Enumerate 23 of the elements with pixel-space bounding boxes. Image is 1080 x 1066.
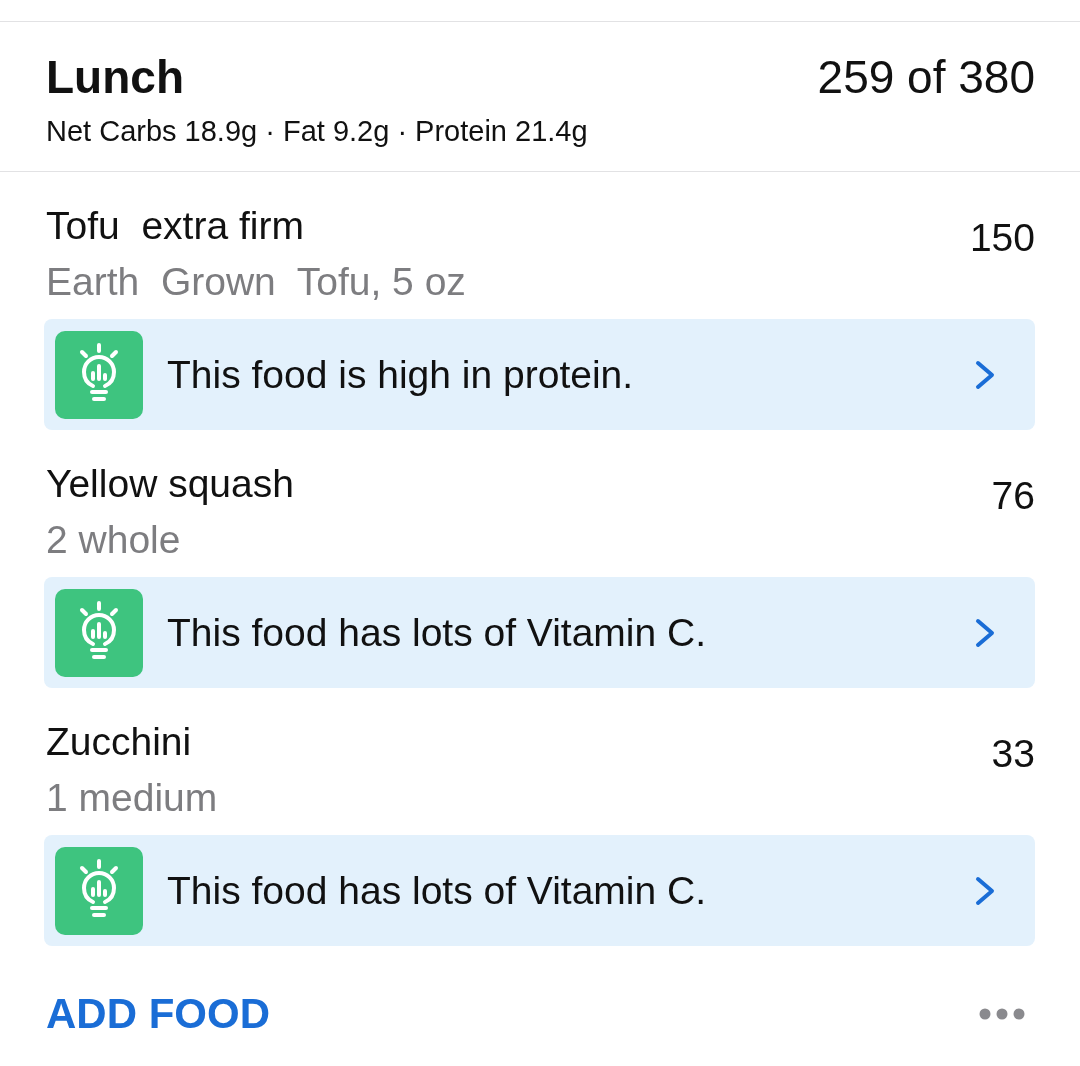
food-serving: 1 medium: [46, 775, 218, 821]
tip-banner[interactable]: This food has lots of Vitamin C.: [44, 577, 1035, 688]
food-calories: 150: [969, 215, 1035, 261]
food-name[interactable]: Yellow squash: [46, 456, 294, 512]
lightbulb-icon: [55, 846, 143, 935]
food-calories: 33: [991, 731, 1035, 777]
chevron-right-icon: [975, 875, 995, 906]
add-food-button[interactable]: ADD FOOD: [46, 986, 270, 1042]
food-calories: 76: [991, 473, 1035, 519]
calorie-total: 259 of 380: [817, 50, 1035, 105]
lightbulb-icon: [55, 330, 143, 419]
tip-banner[interactable]: This food is high in protein.: [44, 319, 1035, 430]
more-icon[interactable]: [979, 1008, 1025, 1020]
macros-summary: Net Carbs 18.9g · Fat 9.2g · Protein 21.4g: [46, 114, 589, 149]
food-serving: Earth Grown Tofu, 5 oz: [46, 259, 466, 305]
chevron-right-icon: [975, 359, 995, 390]
food-name[interactable]: Tofu extra firm: [46, 198, 466, 254]
tip-banner[interactable]: This food has lots of Vitamin C.: [44, 835, 1035, 946]
lightbulb-icon: [55, 588, 143, 677]
meal-title: Lunch: [46, 50, 184, 105]
food-name[interactable]: Zucchini: [46, 714, 218, 770]
food-serving: 2 whole: [46, 517, 182, 563]
chevron-right-icon: [975, 617, 995, 648]
